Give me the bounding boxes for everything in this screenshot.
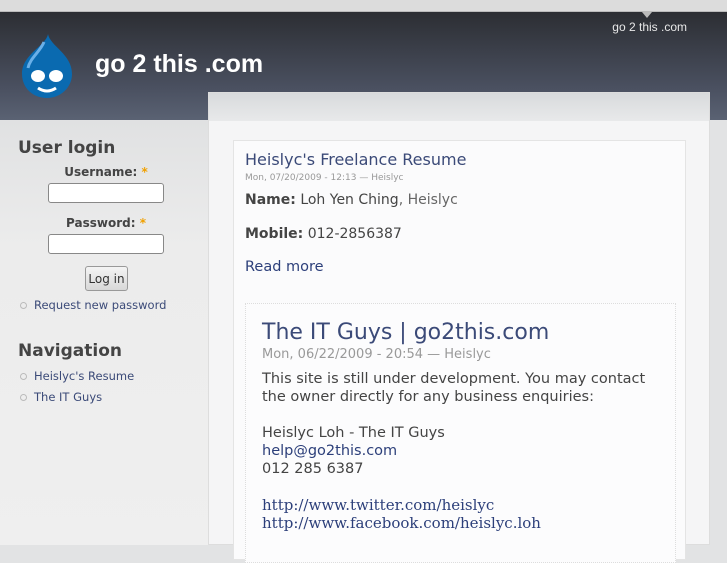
facebook-link[interactable]: http://www.facebook.com/heislyc.loh — [262, 514, 659, 532]
name-suffix: , Heislyc — [398, 192, 458, 208]
site-name[interactable]: go 2 this .com — [95, 50, 263, 79]
mobile-value: 012-2856387 — [307, 226, 402, 242]
name-label: Name: — [245, 192, 296, 208]
name-value: Loh Yen Ching — [300, 192, 399, 208]
user-login-title: User login — [18, 138, 116, 158]
drupal-logo-icon[interactable] — [20, 32, 74, 100]
contact-name: Heislyc Loh - The IT Guys — [262, 425, 445, 441]
node-it-guys: The IT Guys | go2this.com Mon, 06/22/200… — [245, 303, 676, 563]
node-resume: Heislyc's Freelance Resume Mon, 07/20/20… — [233, 140, 686, 563]
required-mark: * — [141, 165, 148, 179]
navigation-block: Navigation Heislyc's Resume The IT Guys — [0, 341, 208, 411]
node-meta: Mon, 07/20/2009 - 12:13 — Heislyc — [245, 173, 404, 183]
node-meta: Mon, 06/22/2009 - 20:54 — Heislyc — [262, 347, 491, 362]
secondary-link-home[interactable]: go 2 this .com — [612, 20, 687, 34]
phone: 012 285 6387 — [262, 461, 364, 477]
content-header-strip — [209, 93, 709, 121]
active-arrow-icon — [642, 12, 652, 18]
username-input[interactable] — [48, 183, 164, 203]
login-button[interactable]: Log in — [85, 266, 128, 291]
user-login-block: User login Username: * Password: * Log i… — [0, 120, 208, 319]
name-line: Name: Loh Yen Ching, Heislyc — [245, 192, 685, 208]
node-paragraph: This site is still under development. Yo… — [262, 371, 646, 405]
password-label-text: Password: — [66, 216, 136, 230]
password-label: Password: * — [0, 216, 212, 230]
nav-item-it-guys[interactable]: The IT Guys — [20, 390, 208, 411]
node-title-link[interactable]: Heislyc's Freelance Resume — [245, 150, 685, 169]
nav-item-resume[interactable]: Heislyc's Resume — [20, 369, 208, 390]
request-password-link[interactable]: Request new password — [20, 298, 208, 319]
navigation-title: Navigation — [18, 341, 122, 361]
password-input[interactable] — [48, 234, 164, 254]
top-bar — [0, 0, 727, 12]
mobile-line: Mobile: 012-2856387 — [245, 226, 685, 242]
main-content: Heislyc's Freelance Resume Mon, 07/20/20… — [208, 92, 710, 563]
read-more-link[interactable]: Read more — [245, 259, 685, 275]
email-link[interactable]: help@go2this.com — [262, 442, 659, 460]
node-title-link[interactable]: The IT Guys | go2this.com — [262, 320, 659, 345]
username-label-text: Username: — [64, 165, 138, 179]
mobile-label: Mobile: — [245, 226, 304, 242]
sidebar: User login Username: * Password: * Log i… — [0, 120, 208, 545]
required-mark: * — [139, 216, 146, 230]
username-label: Username: * — [0, 165, 212, 179]
twitter-link[interactable]: http://www.twitter.com/heislyc — [262, 496, 659, 514]
